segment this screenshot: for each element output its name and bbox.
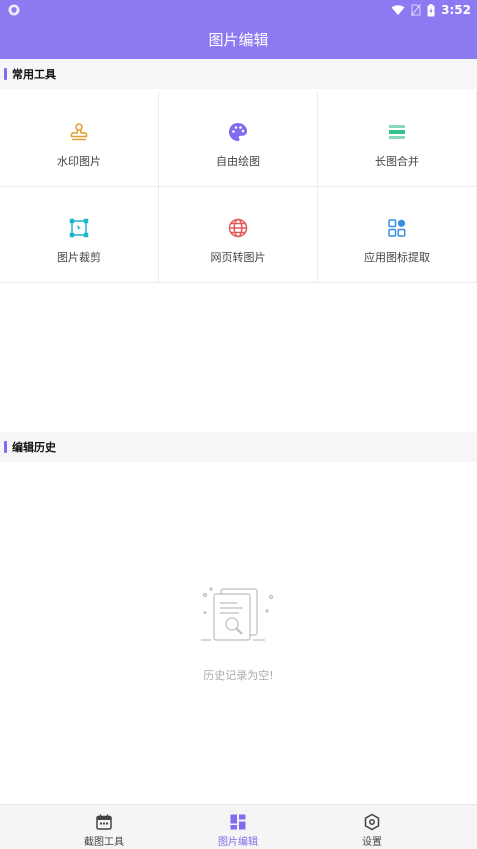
wifi-icon xyxy=(391,5,405,15)
tools-section-title: 常用工具 xyxy=(12,68,56,81)
battery-charging-icon xyxy=(427,3,435,16)
title-bar: 图片编辑 xyxy=(0,20,477,59)
calendar-icon xyxy=(96,814,112,830)
palette-icon xyxy=(227,121,249,143)
tool-app-icon-extract[interactable]: 应用图标提取 xyxy=(318,187,477,283)
empty-history-text: 历史记录为空! xyxy=(203,669,274,682)
shield-icon xyxy=(8,4,20,16)
tool-crop[interactable]: 图片裁剪 xyxy=(0,187,159,283)
globe-icon xyxy=(227,217,249,239)
tool-webpage-to-image[interactable]: 网页转图片 xyxy=(159,187,318,283)
crop-icon xyxy=(68,217,90,239)
tool-label: 应用图标提取 xyxy=(364,251,430,264)
section-accent-bar xyxy=(4,68,7,80)
tool-free-draw[interactable]: 自由绘图 xyxy=(159,91,318,187)
history-section-header: 编辑历史 xyxy=(0,432,477,462)
tool-label: 网页转图片 xyxy=(210,251,266,264)
tools-section-header: 常用工具 xyxy=(0,59,477,89)
history-section-title: 编辑历史 xyxy=(12,441,56,454)
stack-icon xyxy=(386,121,408,143)
nav-image-edit[interactable]: 图片编辑 xyxy=(178,805,298,849)
hexagon-settings-icon xyxy=(364,813,380,831)
nav-label: 图片编辑 xyxy=(218,837,258,848)
nav-label: 设置 xyxy=(362,837,382,848)
history-empty-state: 历史记录为空! xyxy=(0,585,477,683)
tools-grid: 水印图片 自由绘图 长图合并 图片裁剪 网页转图片 应用图标提取 xyxy=(0,91,477,283)
bottom-nav: 截图工具 图片编辑 设置 xyxy=(0,804,477,849)
nav-label: 截图工具 xyxy=(84,837,124,848)
tool-long-image-merge[interactable]: 长图合并 xyxy=(318,91,477,187)
tool-label: 自由绘图 xyxy=(216,155,260,168)
tool-label: 长图合并 xyxy=(375,155,419,168)
dashboard-icon xyxy=(230,814,246,830)
tool-label: 图片裁剪 xyxy=(57,251,101,264)
page-title: 图片编辑 xyxy=(208,31,269,49)
apps-icon xyxy=(386,217,408,239)
stamp-icon xyxy=(68,121,90,143)
tool-label: 水印图片 xyxy=(57,155,101,168)
nav-settings[interactable]: 设置 xyxy=(312,805,432,849)
no-sim-icon xyxy=(411,4,422,16)
status-time: 3:52 xyxy=(441,3,471,17)
nav-screenshot-tools[interactable]: 截图工具 xyxy=(44,805,164,849)
empty-documents-search-icon xyxy=(200,587,273,641)
tool-watermark[interactable]: 水印图片 xyxy=(0,91,159,187)
section-accent-bar xyxy=(4,441,7,453)
status-bar: 3:52 xyxy=(0,0,477,20)
